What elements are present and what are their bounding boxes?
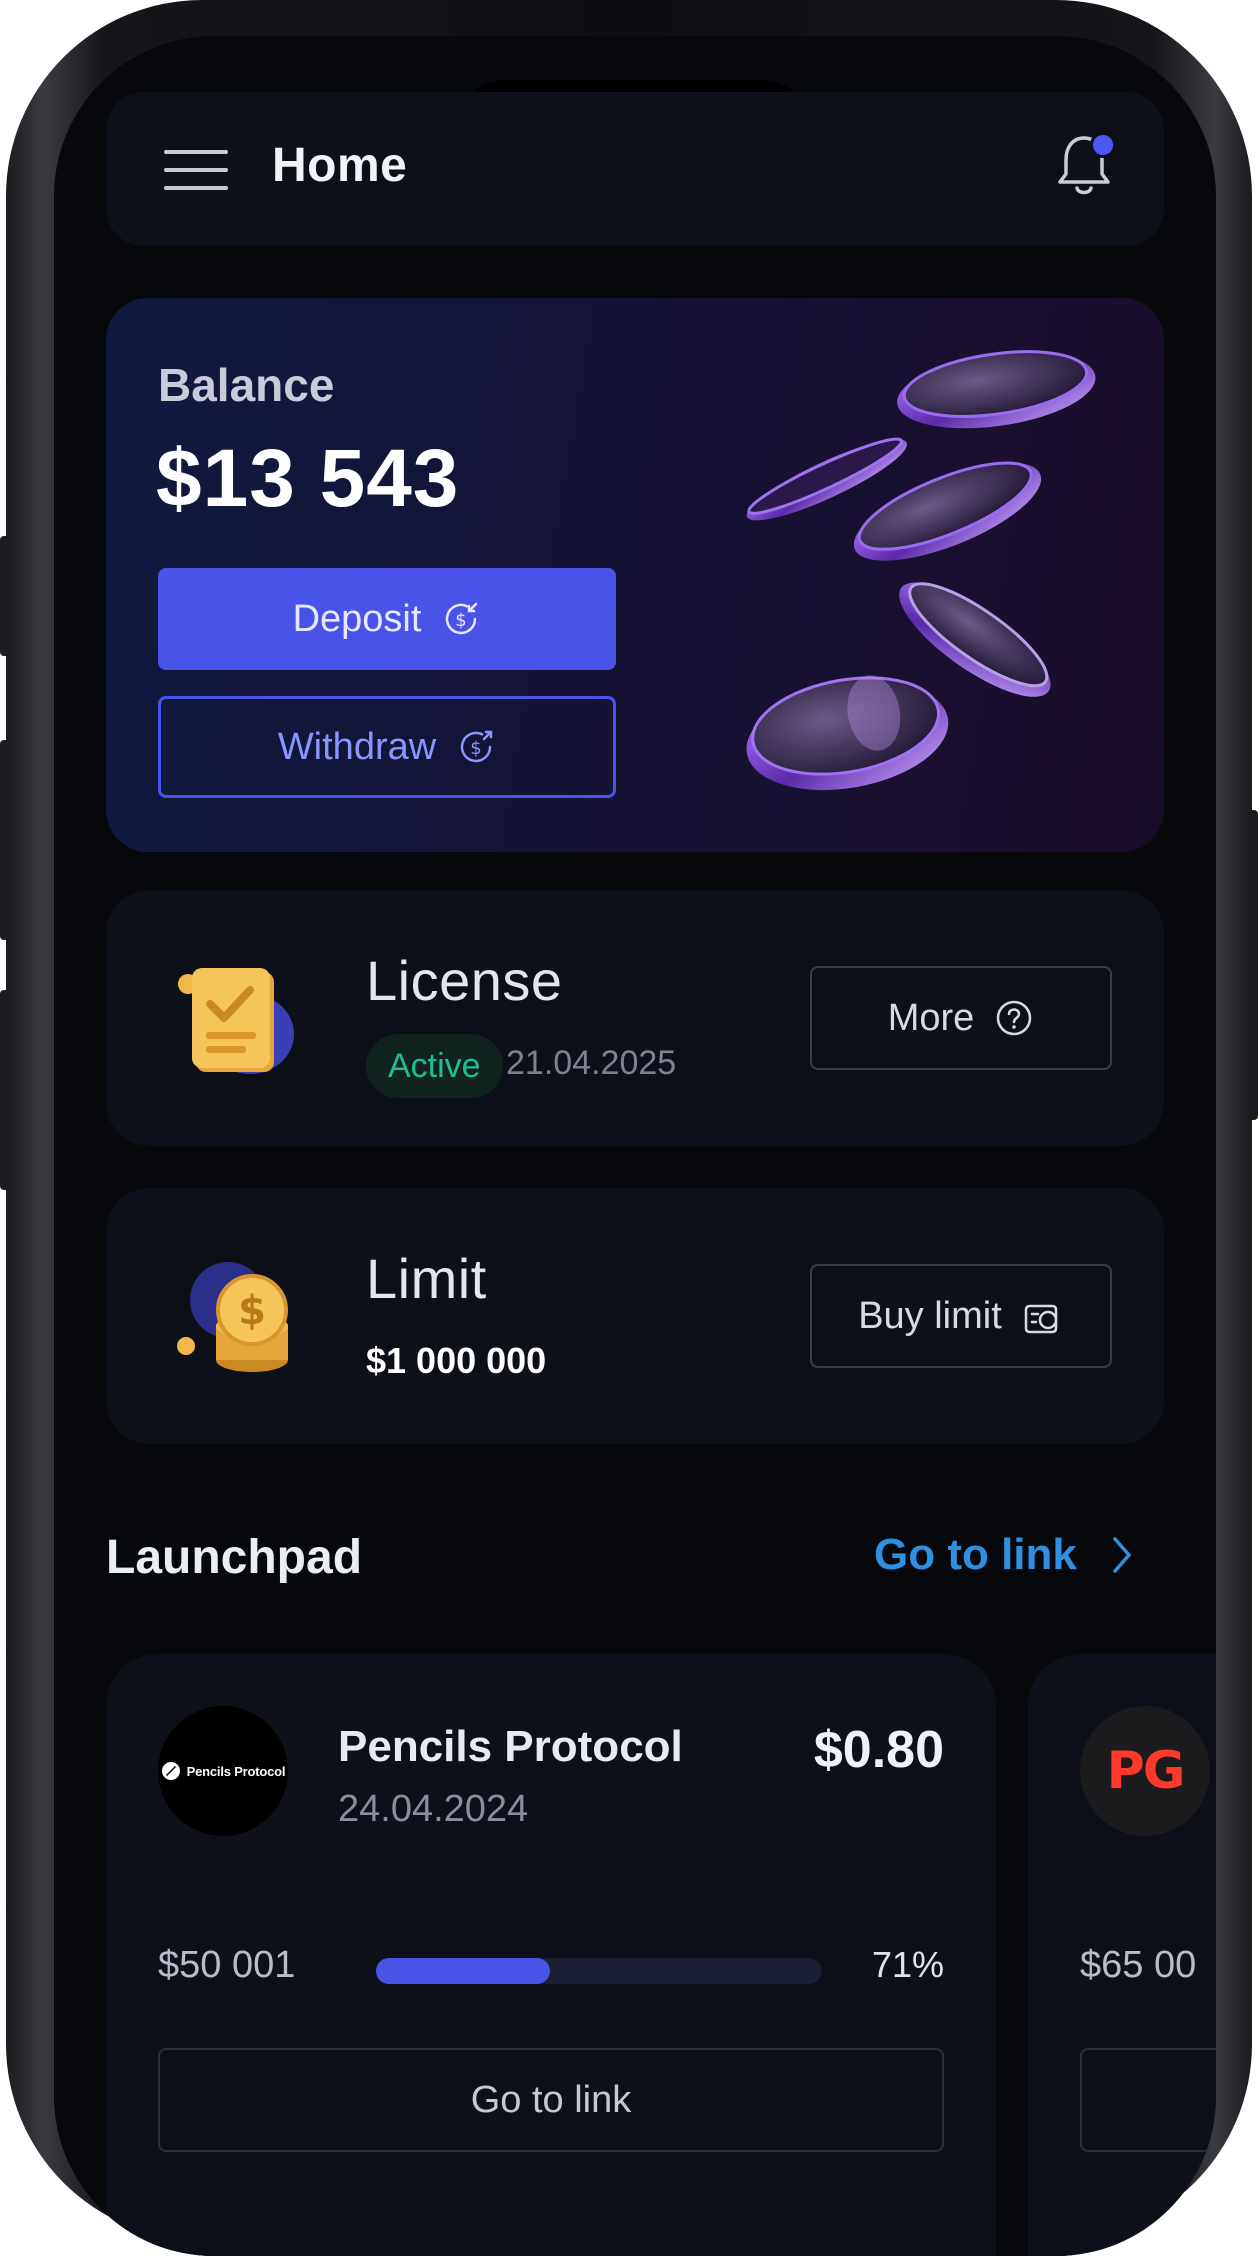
svg-text:$: $ xyxy=(456,610,467,631)
project-date: 24.04.2024 xyxy=(338,1788,529,1830)
balance-card: Balance $13 543 Deposit $ Withdraw $ xyxy=(106,298,1164,852)
page-title: Home xyxy=(272,139,408,192)
wallet-coin-icon xyxy=(1024,1304,1058,1334)
license-date: 21.04.2025 xyxy=(506,1044,677,1082)
buy-limit-button[interactable]: Buy limit xyxy=(810,1264,1112,1368)
project-go-to-link-button[interactable]: Go to link xyxy=(158,2048,944,2152)
limit-value: $1 000 000 xyxy=(366,1340,547,1381)
top-bar: Home xyxy=(106,92,1164,246)
volume-down-button xyxy=(0,990,10,1190)
phone-screen: Home Balance $13 543 Deposit $ Withdraw … xyxy=(54,36,1216,2256)
license-card: License Active 21.04.2025 More xyxy=(106,890,1164,1146)
deposit-label: Deposit xyxy=(292,597,422,640)
project-go-to-link-label: Go to link xyxy=(470,2078,632,2121)
raised-amount: $50 001 xyxy=(158,1944,296,1986)
launchpad-go-to-link[interactable]: Go to link xyxy=(874,1530,1133,1580)
go-to-link-label: Go to link xyxy=(874,1530,1077,1579)
project-card[interactable]: Pencils Protocol Pencils Protocol 24.04.… xyxy=(106,1654,996,2256)
project-name: Pencils Protocol xyxy=(338,1722,683,1771)
limit-title: Limit xyxy=(366,1247,487,1310)
buy-limit-label: Buy limit xyxy=(858,1294,1002,1337)
more-button[interactable]: More xyxy=(810,966,1112,1070)
project-price: $0.80 xyxy=(813,1721,944,1779)
status-badge: Active xyxy=(366,1034,503,1098)
coin-stack-icon: $ xyxy=(177,1262,288,1372)
notification-dot xyxy=(1090,132,1116,158)
withdraw-button[interactable]: Withdraw $ xyxy=(158,696,616,798)
project-card[interactable]: PG $65 00 xyxy=(1028,1654,1216,2256)
volume-up-button xyxy=(0,740,10,940)
svg-text:$: $ xyxy=(238,1288,266,1334)
more-label: More xyxy=(887,996,975,1039)
action-button xyxy=(0,536,10,656)
progress-fill xyxy=(376,1958,551,1984)
pencils-logo-icon xyxy=(161,1762,180,1780)
balance-label: Balance xyxy=(158,359,335,411)
notification-bell-icon[interactable] xyxy=(1054,132,1116,202)
project-logo-text: PG xyxy=(1106,1741,1186,1801)
chevron-right-icon xyxy=(1113,1537,1131,1573)
launchpad-title: Launchpad xyxy=(106,1531,363,1584)
dollar-out-icon: $ xyxy=(460,730,493,763)
deposit-button[interactable]: Deposit $ xyxy=(158,568,616,670)
license-document-icon xyxy=(178,968,294,1074)
project-logo-text: Pencils Protocol xyxy=(186,1763,286,1779)
license-title: License xyxy=(366,949,563,1012)
raised-amount: $65 00 xyxy=(1080,1944,1197,1986)
progress-percent: 71% xyxy=(871,1944,944,1985)
project-go-to-link-button[interactable] xyxy=(1080,2048,1216,2152)
power-button xyxy=(1248,810,1258,1120)
help-icon xyxy=(997,1000,1032,1036)
balance-amount: $13 543 xyxy=(156,433,460,524)
dollar-in-icon: $ xyxy=(446,602,478,635)
limit-card: $ Limit $1 000 000 Buy limit xyxy=(106,1188,1164,1444)
hamburger-menu-icon[interactable] xyxy=(164,150,228,190)
project-logo: Pencils Protocol xyxy=(158,1706,288,1836)
svg-text:$: $ xyxy=(470,738,481,759)
project-logo: PG xyxy=(1080,1706,1210,1836)
withdraw-label: Withdraw xyxy=(277,725,437,768)
phone-frame: Home Balance $13 543 Deposit $ Withdraw … xyxy=(0,0,1258,2256)
floating-coins-illustration xyxy=(746,350,1096,791)
progress-bar xyxy=(376,1958,822,1984)
